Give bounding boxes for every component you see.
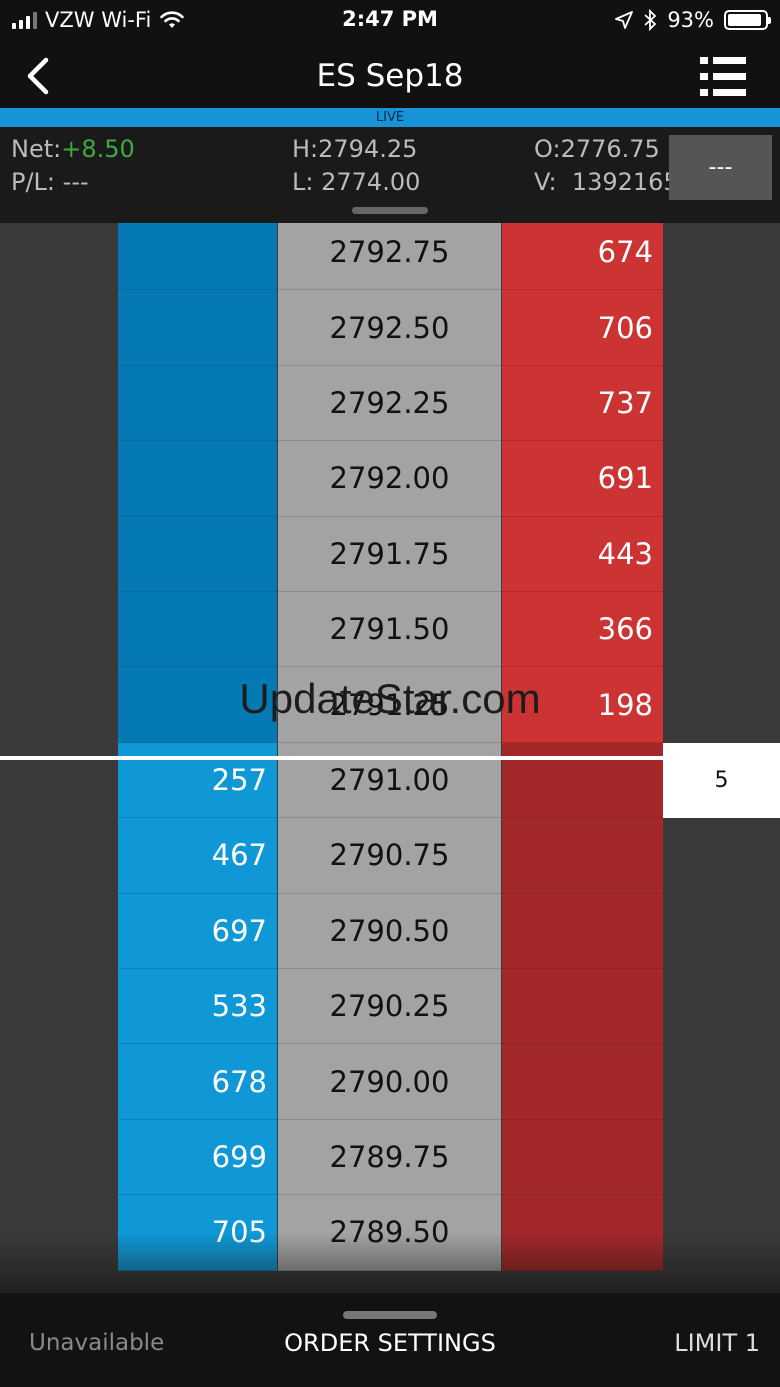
ladder-row: 2792.25 737 bbox=[0, 365, 780, 442]
location-icon bbox=[615, 11, 634, 29]
ladder-row: 678 2790.00 bbox=[0, 1044, 780, 1120]
ask-cell[interactable]: 691 bbox=[502, 441, 663, 517]
bid-cell[interactable] bbox=[118, 365, 277, 442]
bid-cell[interactable] bbox=[118, 667, 277, 743]
bid-cell[interactable]: 467 bbox=[118, 818, 277, 894]
pl-value: --- bbox=[62, 168, 89, 196]
bluetooth-icon bbox=[644, 9, 657, 31]
bottom-bar: Unavailable ORDER SETTINGS LIMIT 1 bbox=[0, 1293, 780, 1387]
volume-readout: V: 1392165 bbox=[534, 168, 679, 196]
bid-cell[interactable] bbox=[118, 441, 277, 517]
volume-value: 1392165 bbox=[571, 168, 679, 196]
net-label: Net: bbox=[11, 135, 62, 163]
price-cell: 2791.00 bbox=[278, 742, 501, 819]
ladder-row: 2791.25 198 bbox=[0, 667, 780, 743]
ask-cell[interactable] bbox=[502, 969, 663, 1045]
price-cell: 2791.75 bbox=[278, 516, 501, 592]
battery-percent: 93% bbox=[667, 8, 714, 32]
page-title: ES Sep18 bbox=[316, 58, 464, 94]
ladder-row: 2792.00 691 bbox=[0, 441, 780, 517]
ladder-row: 699 2789.75 bbox=[0, 1119, 780, 1196]
ask-cell[interactable] bbox=[502, 1119, 663, 1196]
volume-label: V: bbox=[534, 168, 557, 196]
ask-cell[interactable]: 198 bbox=[502, 667, 663, 743]
price-cell: 2789.75 bbox=[278, 1119, 501, 1196]
price-cell: 2790.00 bbox=[278, 1044, 501, 1120]
ask-cell[interactable]: 674 bbox=[502, 223, 663, 291]
ladder-row: 2791.75 443 bbox=[0, 516, 780, 592]
list-menu-icon[interactable] bbox=[700, 55, 746, 99]
bid-cell[interactable] bbox=[118, 223, 277, 291]
price-cell: 2790.50 bbox=[278, 893, 501, 969]
ask-cell[interactable]: 366 bbox=[502, 592, 663, 668]
price-cell: 2791.50 bbox=[278, 592, 501, 668]
ladder-fade bbox=[0, 1233, 780, 1293]
ask-cell[interactable]: 737 bbox=[502, 365, 663, 442]
pl-readout: P/L: --- bbox=[11, 168, 89, 196]
bid-cell[interactable]: 699 bbox=[118, 1119, 277, 1196]
battery-icon bbox=[724, 10, 771, 30]
ask-cell[interactable]: 443 bbox=[502, 516, 663, 592]
status-right: 93% bbox=[615, 6, 771, 34]
price-cell: 2791.25 bbox=[278, 667, 501, 743]
order-type-button[interactable]: LIMIT 1 bbox=[674, 1329, 760, 1357]
ladder-row: 467 2790.75 bbox=[0, 818, 780, 894]
ask-cell[interactable]: 706 bbox=[502, 290, 663, 366]
bottom-drawer-handle[interactable] bbox=[343, 1311, 437, 1319]
bid-cell[interactable] bbox=[118, 592, 277, 668]
bid-cell[interactable] bbox=[118, 290, 277, 366]
price-cell: 2790.25 bbox=[278, 969, 501, 1045]
bid-cell[interactable]: 678 bbox=[118, 1044, 277, 1120]
price-cell: 2792.00 bbox=[278, 441, 501, 517]
low-readout: L: 2774.00 bbox=[292, 168, 420, 196]
ask-cell[interactable] bbox=[502, 742, 663, 819]
ladder-row: 697 2790.50 bbox=[0, 893, 780, 969]
net-readout: Net:+8.50 bbox=[11, 135, 135, 163]
ask-cell[interactable] bbox=[502, 893, 663, 969]
low-label: L: bbox=[292, 168, 314, 196]
open-readout: O:2776.75 bbox=[534, 135, 660, 163]
working-order-cell[interactable]: 5 bbox=[663, 742, 780, 819]
ladder-row: 257 2791.00 5 bbox=[0, 742, 780, 819]
price-cell: 2792.50 bbox=[278, 290, 501, 366]
quote-info-bar: Net:+8.50 P/L: --- H:2794.25 L: 2774.00 … bbox=[0, 127, 780, 223]
open-label: O: bbox=[534, 135, 561, 163]
ask-cell[interactable] bbox=[502, 818, 663, 894]
pl-label: P/L: bbox=[11, 168, 56, 196]
position-button[interactable]: --- bbox=[669, 135, 772, 200]
live-indicator: LIVE bbox=[0, 108, 780, 127]
ladder-row: 2792.75 674 bbox=[0, 223, 780, 291]
ladder-row: 2792.50 706 bbox=[0, 290, 780, 366]
price-ladder[interactable]: 2792.75 674 2792.50 706 2792.25 737 2792.00 691… bbox=[0, 223, 780, 1293]
ladder-row: 533 2790.25 bbox=[0, 969, 780, 1045]
bid-cell[interactable]: 533 bbox=[118, 969, 277, 1045]
status-bar: VZW Wi-Fi 2:47 PM 93% bbox=[0, 0, 780, 40]
price-cell: 2792.75 bbox=[278, 223, 501, 291]
order-settings-button[interactable]: ORDER SETTINGS bbox=[0, 1329, 780, 1357]
bid-cell[interactable]: 697 bbox=[118, 893, 277, 969]
last-price-line bbox=[0, 756, 780, 760]
open-value: 2776.75 bbox=[560, 135, 660, 163]
price-cell: 2790.75 bbox=[278, 818, 501, 894]
net-value: +8.50 bbox=[61, 135, 135, 163]
bid-cell[interactable]: 257 bbox=[118, 742, 277, 819]
price-cell: 2792.25 bbox=[278, 365, 501, 442]
bid-cell[interactable] bbox=[118, 516, 277, 592]
low-value: 2774.00 bbox=[321, 168, 421, 196]
ask-cell[interactable] bbox=[502, 1044, 663, 1120]
ladder-row: 2791.50 366 bbox=[0, 592, 780, 668]
high-value: 2794.25 bbox=[318, 135, 418, 163]
high-readout: H:2794.25 bbox=[292, 135, 417, 163]
nav-bar: ES Sep18 bbox=[0, 40, 780, 108]
info-drawer-handle[interactable] bbox=[352, 207, 428, 214]
high-label: H: bbox=[292, 135, 319, 163]
